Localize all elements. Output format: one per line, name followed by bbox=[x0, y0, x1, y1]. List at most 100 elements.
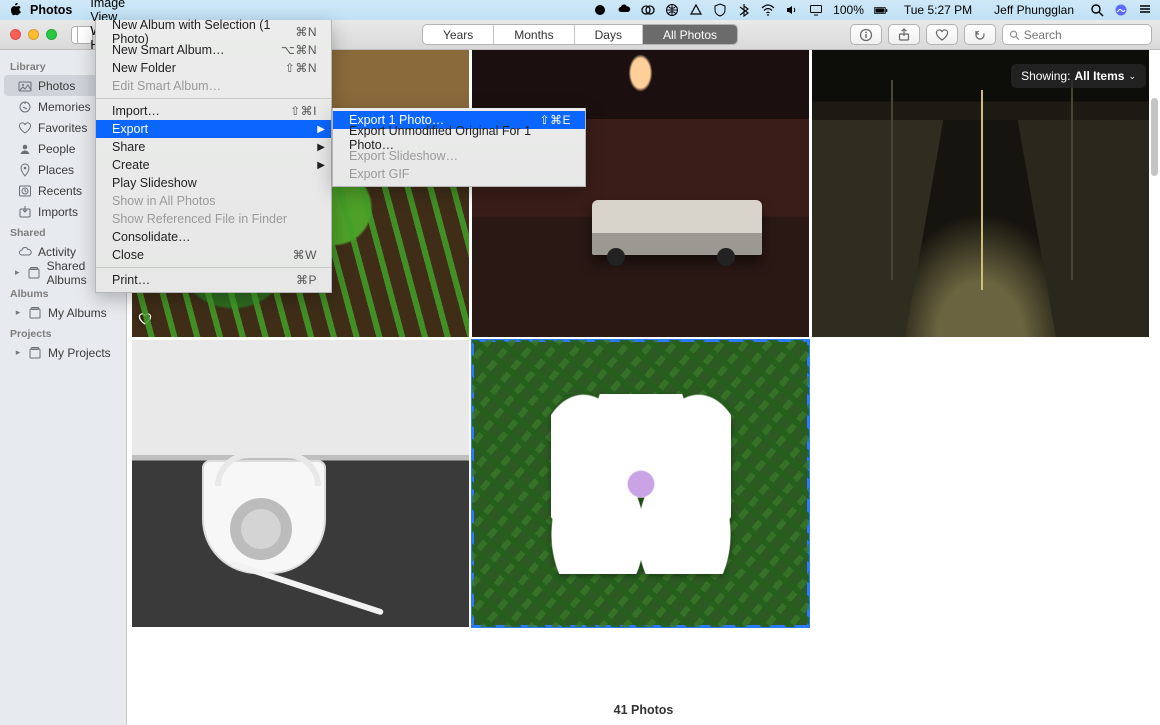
photo-thumbnail[interactable] bbox=[812, 50, 1149, 337]
segment-months[interactable]: Months bbox=[494, 25, 574, 44]
file-menu-item-11: Show Referenced File in Finder bbox=[96, 210, 331, 228]
photo-thumbnail[interactable] bbox=[472, 340, 809, 627]
sidebar-item-label: Recents bbox=[38, 184, 82, 198]
window-minimize-button[interactable] bbox=[28, 29, 39, 40]
file-menu-item-label: Share bbox=[112, 140, 145, 154]
import-icon bbox=[18, 205, 32, 219]
app-title[interactable]: Photos bbox=[30, 3, 72, 17]
file-menu-item-label: New Smart Album… bbox=[112, 43, 225, 57]
apple-menu-icon[interactable] bbox=[8, 3, 22, 17]
pin-icon bbox=[18, 163, 32, 177]
disclosure-triangle-icon[interactable]: ▸ bbox=[14, 347, 22, 358]
cc-status-icon[interactable] bbox=[641, 3, 655, 17]
favorite-button[interactable] bbox=[926, 24, 958, 45]
scrollbar-thumb[interactable] bbox=[1151, 98, 1158, 176]
info-button[interactable] bbox=[850, 24, 882, 45]
wifi-icon[interactable] bbox=[761, 3, 775, 17]
sidebar-item-my-projects[interactable]: ▸ My Projects bbox=[4, 342, 122, 363]
album-icon bbox=[27, 266, 41, 280]
sidebar-header: Projects bbox=[0, 323, 126, 342]
shield-status-icon[interactable] bbox=[713, 3, 727, 17]
search-field[interactable] bbox=[1002, 24, 1152, 45]
menu-bar: Photos FileEditImageViewWindowHelp 100% … bbox=[0, 0, 1160, 20]
chevron-down-icon: ⌄ bbox=[1128, 71, 1136, 82]
showing-filter[interactable]: Showing: All Items ⌄ bbox=[1011, 64, 1146, 88]
sidebar-item-label: Photos bbox=[38, 79, 75, 93]
status-icons: 100% Tue 5:27 PM Jeff Phungglan bbox=[593, 3, 1152, 17]
file-menu-item-label: Show in All Photos bbox=[112, 194, 216, 208]
shortcut: ⌘P bbox=[296, 273, 317, 287]
file-menu-item-15[interactable]: Print…⌘P bbox=[96, 271, 331, 289]
album-icon bbox=[28, 346, 42, 360]
menu-clock[interactable]: Tue 5:27 PM bbox=[904, 3, 972, 17]
file-menu-item-7[interactable]: Share▶ bbox=[96, 138, 331, 156]
file-menu-item-10: Show in All Photos bbox=[96, 192, 331, 210]
sidebar-item-label: People bbox=[38, 142, 75, 156]
file-menu-item-label: Play Slideshow bbox=[112, 176, 197, 190]
shortcut: ⌘W bbox=[293, 248, 317, 262]
file-menu-item-label: Consolidate… bbox=[112, 230, 191, 244]
file-menu-item-5[interactable]: Import…⇧⌘I bbox=[96, 102, 331, 120]
siri-icon[interactable] bbox=[1114, 3, 1128, 17]
sidebar-item-label: My Projects bbox=[48, 346, 111, 360]
menu-image[interactable]: Image bbox=[82, 0, 142, 10]
notification-center-icon[interactable] bbox=[1138, 3, 1152, 17]
window-controls bbox=[0, 29, 57, 40]
shortcut: ⌥⌘N bbox=[281, 43, 317, 57]
volume-icon[interactable] bbox=[785, 3, 799, 17]
window-zoom-button[interactable] bbox=[46, 29, 57, 40]
siri-triangle-icon[interactable] bbox=[689, 3, 703, 17]
spotlight-dot-icon[interactable] bbox=[593, 3, 607, 17]
segment-years[interactable]: Years bbox=[423, 25, 494, 44]
file-menu-item-label: Edit Smart Album… bbox=[112, 79, 221, 93]
display-icon[interactable] bbox=[809, 3, 823, 17]
export-menu-item-3: Export GIF bbox=[333, 165, 585, 183]
export-menu-item-label: Export GIF bbox=[349, 167, 409, 181]
submenu-arrow-icon: ▶ bbox=[317, 160, 325, 171]
export-submenu: Export 1 Photo…⇧⌘EExport Unmodified Orig… bbox=[332, 108, 586, 187]
battery-percent: 100% bbox=[833, 3, 864, 17]
window-close-button[interactable] bbox=[10, 29, 21, 40]
memories-icon bbox=[18, 100, 32, 114]
file-menu-item-6[interactable]: Export▶ bbox=[96, 120, 331, 138]
file-menu-item-label: Create bbox=[112, 158, 150, 172]
export-menu-item-2: Export Slideshow… bbox=[333, 147, 585, 165]
sidebar-item-label: Memories bbox=[38, 100, 91, 114]
file-menu-item-12[interactable]: Consolidate… bbox=[96, 228, 331, 246]
spotlight-search-icon[interactable] bbox=[1090, 3, 1104, 17]
share-button[interactable] bbox=[888, 24, 920, 45]
disclosure-triangle-icon[interactable]: ▸ bbox=[14, 267, 21, 278]
showing-value: All Items bbox=[1074, 69, 1124, 83]
segment-days[interactable]: Days bbox=[575, 25, 643, 44]
segment-all-photos[interactable]: All Photos bbox=[643, 25, 737, 44]
search-input[interactable] bbox=[1024, 28, 1145, 42]
file-menu-item-2[interactable]: New Folder⇧⌘N bbox=[96, 59, 331, 77]
bluetooth-icon[interactable] bbox=[737, 3, 751, 17]
file-menu-item-0[interactable]: New Album with Selection (1 Photo)⌘N bbox=[96, 23, 331, 41]
export-menu-item-1[interactable]: Export Unmodified Original For 1 Photo… bbox=[333, 129, 585, 147]
search-icon bbox=[1009, 29, 1020, 41]
sidebar-item-my-albums[interactable]: ▸My Albums bbox=[4, 302, 122, 323]
file-menu-item-label: Export bbox=[112, 122, 148, 136]
rotate-button[interactable] bbox=[964, 24, 996, 45]
showing-prefix: Showing: bbox=[1021, 69, 1070, 83]
file-menu-item-1[interactable]: New Smart Album… ⌥⌘N bbox=[96, 41, 331, 59]
favorite-heart-icon bbox=[138, 312, 152, 331]
file-menu-item-label: Import… bbox=[112, 104, 160, 118]
photo-thumbnail[interactable] bbox=[472, 50, 809, 337]
file-menu-item-9[interactable]: Play Slideshow bbox=[96, 174, 331, 192]
file-menu-item-3: Edit Smart Album… bbox=[96, 77, 331, 95]
file-menu-item-label: Close bbox=[112, 248, 144, 262]
photo-thumbnail[interactable] bbox=[132, 340, 469, 627]
globe-status-icon[interactable] bbox=[665, 3, 679, 17]
sidebar-item-label: Activity bbox=[38, 245, 76, 259]
sidebar-item-label: Places bbox=[38, 163, 74, 177]
file-menu-item-8[interactable]: Create ▶ bbox=[96, 156, 331, 174]
file-menu-item-13[interactable]: Close ⌘W bbox=[96, 246, 331, 264]
battery-icon[interactable] bbox=[874, 3, 888, 17]
cloud-icon bbox=[18, 245, 32, 259]
cloud-status-icon[interactable] bbox=[617, 3, 631, 17]
file-menu-item-label: Show Referenced File in Finder bbox=[112, 212, 287, 226]
disclosure-triangle-icon[interactable]: ▸ bbox=[14, 307, 22, 318]
menu-user[interactable]: Jeff Phungglan bbox=[994, 3, 1074, 17]
